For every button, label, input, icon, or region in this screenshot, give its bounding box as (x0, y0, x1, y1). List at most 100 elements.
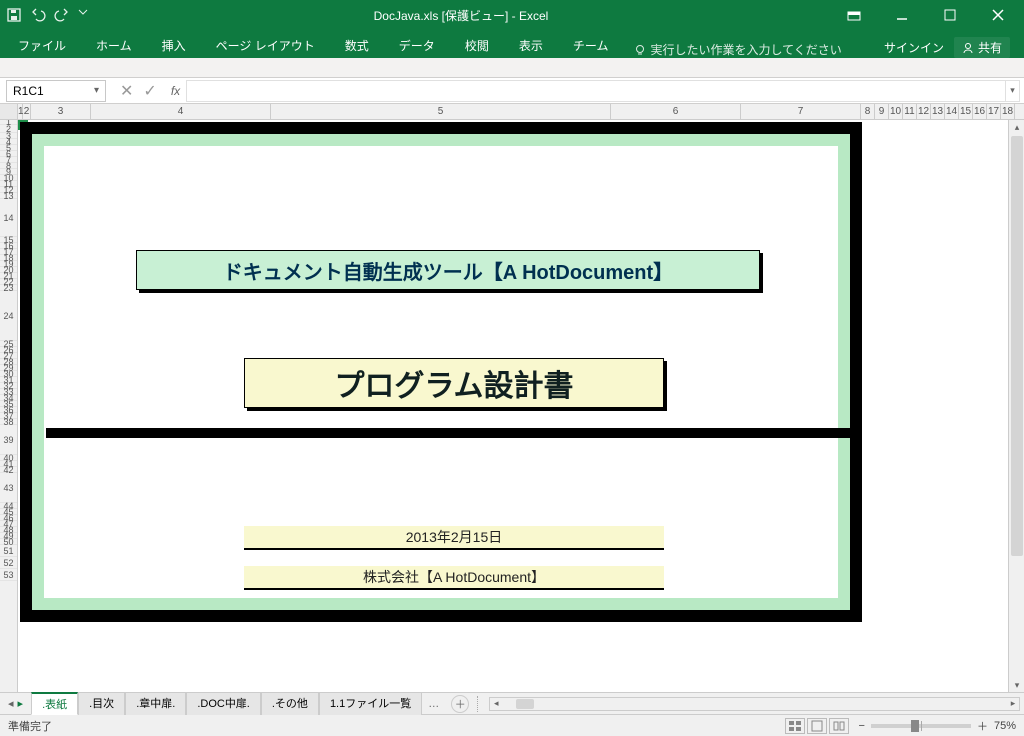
scroll-down-icon[interactable]: ▾ (1010, 678, 1024, 692)
share-label: 共有 (978, 39, 1002, 56)
statusbar: 準備完了 − ＋ 75% (0, 714, 1024, 736)
page-break-view-icon[interactable] (829, 718, 849, 734)
tab-nav-next-icon[interactable]: ▸ (18, 697, 24, 710)
horizontal-scrollbar[interactable]: ◂ ▸ (489, 697, 1020, 711)
vscroll-thumb[interactable] (1011, 136, 1023, 556)
scroll-left-icon[interactable]: ◂ (490, 698, 502, 709)
titlebar: DocJava.xls [保護ビュー] - Excel (0, 0, 1024, 30)
name-box[interactable]: R1C1 ▾ (6, 80, 106, 102)
window-controls (834, 3, 1018, 27)
sheet-tab[interactable]: .目次 (78, 692, 125, 715)
column-header[interactable]: 6 (611, 104, 741, 119)
formula-expand-icon[interactable]: ▾ (1005, 81, 1019, 101)
sheet-tab[interactable]: .表紙 (31, 692, 78, 715)
formula-bar: R1C1 ▾ ✕ ✓ fx ▾ (0, 78, 1024, 104)
share-button[interactable]: 共有 (954, 37, 1010, 58)
row-header[interactable]: 24 (0, 291, 17, 341)
fx-label[interactable]: fx (165, 84, 186, 98)
dropdown-icon[interactable]: ▾ (94, 85, 99, 96)
vertical-scrollbar[interactable]: ▴ ▾ (1008, 120, 1024, 692)
name-box-value: R1C1 (13, 84, 44, 98)
column-header[interactable]: 8 (861, 104, 875, 119)
redo-icon[interactable] (54, 7, 70, 23)
page-layout-view-icon[interactable] (807, 718, 827, 734)
column-header[interactable]: 11 (903, 104, 917, 119)
row-header[interactable]: 39 (0, 425, 17, 455)
sheet-tab[interactable]: .章中扉. (125, 692, 186, 715)
tab-insert[interactable]: 挿入 (158, 33, 190, 58)
column-header[interactable]: 2 (23, 104, 31, 119)
formula-input[interactable]: ▾ (186, 80, 1020, 102)
tab-home[interactable]: ホーム (92, 33, 136, 58)
sheet-tab[interactable]: .DOC中扉. (186, 692, 261, 715)
cover-inner: ドキュメント自動生成ツール【A HotDocument】 プログラム設計書 20… (44, 146, 838, 598)
select-all-corner[interactable] (0, 104, 18, 119)
share-icon (962, 42, 974, 54)
tab-team[interactable]: チーム (569, 33, 613, 58)
qat-dropdown-icon[interactable] (78, 7, 88, 23)
tab-review[interactable]: 校閲 (461, 33, 493, 58)
column-header[interactable]: 4 (91, 104, 271, 119)
column-header[interactable]: 3 (31, 104, 91, 119)
column-header[interactable]: 9 (875, 104, 889, 119)
zoom-in-button[interactable]: ＋ (977, 718, 988, 734)
column-header[interactable]: 10 (889, 104, 903, 119)
zoom-out-button[interactable]: − (859, 720, 865, 732)
scroll-right-icon[interactable]: ▸ (1007, 698, 1019, 709)
tab-view[interactable]: 表示 (515, 33, 547, 58)
enter-icon[interactable]: ✓ (143, 81, 156, 101)
sheet-tabs-more[interactable]: … (422, 698, 445, 710)
column-header[interactable]: 14 (945, 104, 959, 119)
sheet-tab[interactable]: 1.1ファイル一覧 (319, 692, 422, 715)
row-header[interactable]: 52 (0, 557, 17, 569)
row-header[interactable]: 14 (0, 199, 17, 237)
sheet-tab[interactable]: .その他 (261, 692, 319, 715)
zoom-control: − ＋ 75% (859, 718, 1016, 734)
undo-icon[interactable] (30, 7, 46, 23)
column-header[interactable]: 18 (1001, 104, 1015, 119)
column-header[interactable]: 7 (741, 104, 861, 119)
column-header[interactable]: 5 (271, 104, 611, 119)
cancel-icon[interactable]: ✕ (120, 81, 133, 101)
add-sheet-button[interactable]: ＋ (451, 695, 469, 713)
column-header[interactable]: 15 (959, 104, 973, 119)
lightbulb-icon (634, 44, 646, 56)
save-icon[interactable] (6, 7, 22, 23)
tell-me-label: 実行したい作業を入力してください (650, 41, 841, 58)
zoom-value[interactable]: 75% (994, 720, 1016, 732)
cover-page-frame: ドキュメント自動生成ツール【A HotDocument】 プログラム設計書 20… (20, 122, 862, 622)
column-header[interactable]: 13 (931, 104, 945, 119)
ribbon-display-icon[interactable] (834, 3, 874, 27)
scroll-up-icon[interactable]: ▴ (1010, 120, 1024, 134)
tab-formulas[interactable]: 数式 (341, 33, 373, 58)
tab-file[interactable]: ファイル (14, 33, 70, 58)
column-header[interactable]: 16 (973, 104, 987, 119)
tell-me[interactable]: 実行したい作業を入力してください (634, 41, 841, 58)
hscroll-thumb[interactable] (516, 699, 534, 709)
ribbon-tabs: ファイル ホーム 挿入 ページ レイアウト 数式 データ 校閲 表示 チーム 実… (0, 30, 1024, 58)
splitter[interactable] (477, 696, 483, 712)
normal-view-icon[interactable] (785, 718, 805, 734)
sheet-canvas[interactable]: ドキュメント自動生成ツール【A HotDocument】 プログラム設計書 20… (18, 120, 1008, 692)
tab-nav-prev-icon[interactable]: ◂ (8, 697, 14, 710)
signin-link[interactable]: サインイン (884, 39, 944, 56)
row-header[interactable]: 43 (0, 473, 17, 503)
zoom-slider[interactable] (871, 724, 971, 728)
minimize-icon[interactable] (882, 3, 922, 27)
sheet-tab-nav: ◂ ▸ (0, 697, 31, 710)
row-header[interactable]: 53 (0, 569, 17, 581)
status-text: 準備完了 (8, 718, 52, 734)
divider-bar (46, 428, 850, 438)
column-header[interactable]: 12 (917, 104, 931, 119)
tab-data[interactable]: データ (395, 33, 439, 58)
close-icon[interactable] (978, 3, 1018, 27)
date-field: 2013年2月15日 (244, 526, 664, 550)
row-headers: 1234567891011121314151617181920212223242… (0, 120, 18, 692)
zoom-thumb[interactable] (911, 720, 919, 732)
column-header[interactable]: 17 (987, 104, 1001, 119)
maximize-icon[interactable] (930, 3, 970, 27)
row-header[interactable]: 51 (0, 545, 17, 557)
window-title: DocJava.xls [保護ビュー] - Excel (88, 7, 834, 24)
tab-pagelayout[interactable]: ページ レイアウト (212, 33, 319, 58)
quick-access-toolbar (6, 7, 88, 23)
